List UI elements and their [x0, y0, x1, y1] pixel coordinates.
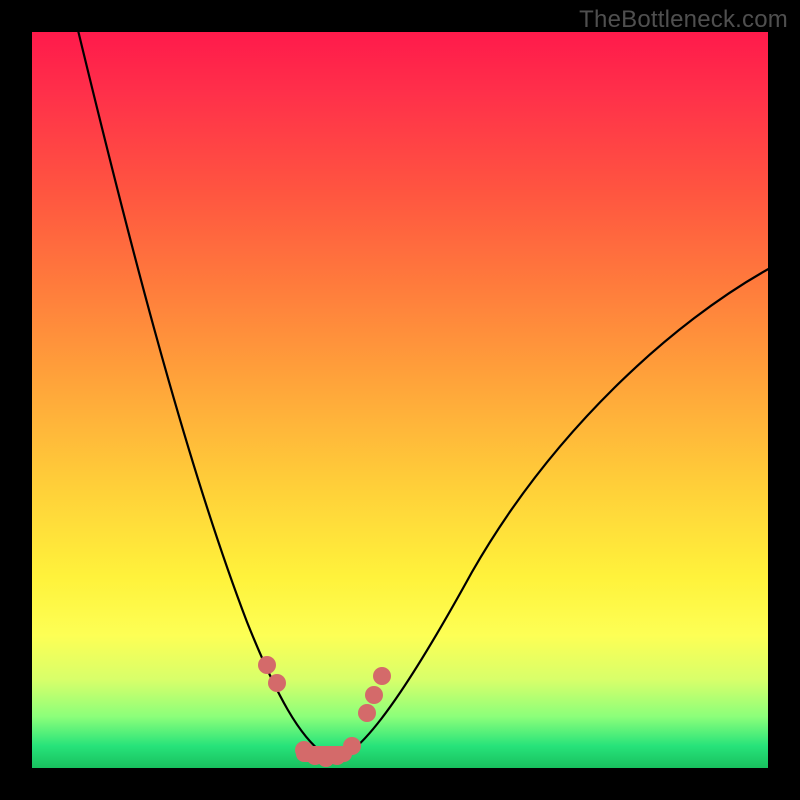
- marker-dot: [365, 686, 383, 704]
- marker-dot: [268, 674, 286, 692]
- marker-dot: [358, 704, 376, 722]
- chart-frame: TheBottleneck.com: [0, 0, 800, 800]
- marker-dot: [373, 667, 391, 685]
- plot-area: [32, 32, 768, 768]
- watermark-text: TheBottleneck.com: [579, 6, 788, 34]
- bottleneck-curve: [76, 22, 772, 758]
- curve-layer: [32, 32, 768, 768]
- marker-dot: [343, 737, 361, 755]
- marker-dot: [328, 747, 346, 765]
- marker-dot: [258, 656, 276, 674]
